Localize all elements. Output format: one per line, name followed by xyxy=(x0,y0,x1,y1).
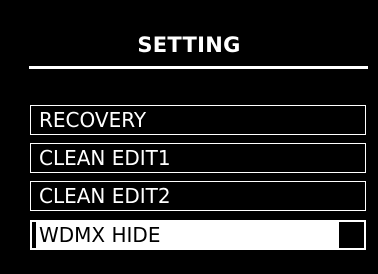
selection-highlight: WDMX HIDE xyxy=(36,222,339,248)
menu-item-wdmx-hide[interactable]: WDMX HIDE xyxy=(30,220,366,250)
menu-item-clean-edit2[interactable]: CLEAN EDIT2 xyxy=(30,181,366,211)
menu-item-clean-edit1[interactable]: CLEAN EDIT1 xyxy=(30,143,366,173)
menu-item-label: WDMX HIDE xyxy=(39,223,161,247)
menu-item-recovery[interactable]: RECOVERY xyxy=(30,105,366,135)
menu-item-label: CLEAN EDIT1 xyxy=(39,146,171,170)
title-divider xyxy=(29,66,368,69)
menu-item-label: CLEAN EDIT2 xyxy=(39,184,171,208)
menu-item-label: RECOVERY xyxy=(39,108,147,132)
settings-screen: SETTING RECOVERY CLEAN EDIT1 CLEAN EDIT2… xyxy=(0,0,378,274)
page-title: SETTING xyxy=(137,33,241,57)
